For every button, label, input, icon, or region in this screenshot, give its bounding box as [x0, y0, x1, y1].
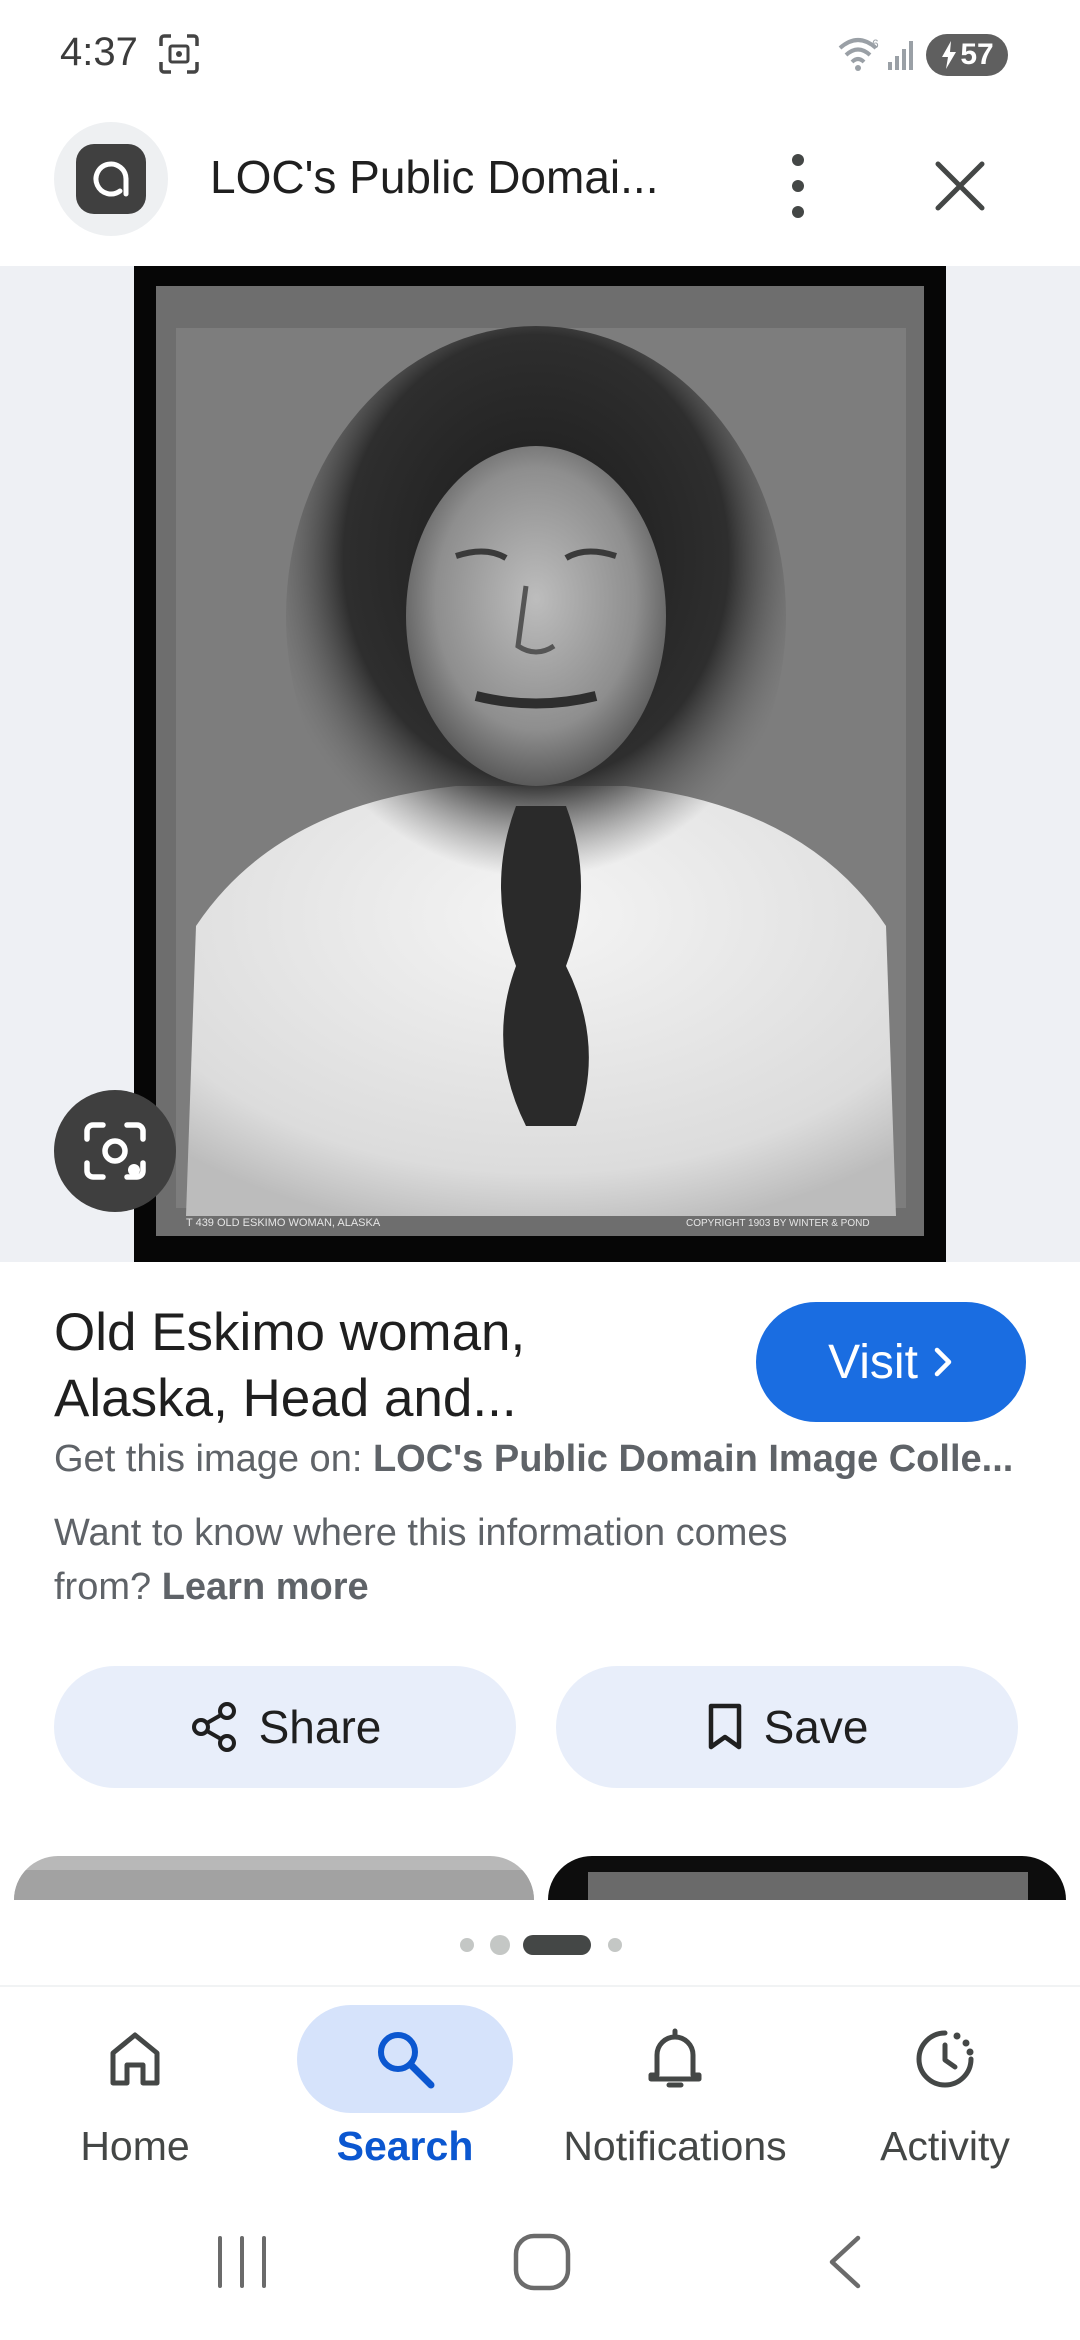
nav-notifications[interactable]: Notifications	[540, 1987, 810, 2187]
chevron-right-icon	[934, 1347, 952, 1377]
carousel-dot-active	[523, 1935, 591, 1955]
nav-search[interactable]: Search	[270, 1987, 540, 2187]
portrait-illustration: T 439 OLD ESKIMO WOMAN, ALASKA COPYRIGHT…	[156, 286, 924, 1236]
nav-label-notifications: Notifications	[563, 2123, 787, 2169]
info-text: Want to know where this information come…	[54, 1506, 874, 1614]
page-title: LOC's Public Domai...	[210, 151, 659, 203]
back-icon[interactable]	[820, 2232, 870, 2292]
save-label: Save	[763, 1701, 869, 1753]
nav-label-search: Search	[336, 2123, 474, 2169]
battery-charging-icon: 57	[926, 34, 1008, 76]
nav-activity[interactable]: Activity	[810, 1987, 1080, 2187]
status-bar: 4:37 6 57	[0, 0, 1080, 110]
learn-more-link[interactable]: Learn more	[162, 1566, 369, 1608]
source-line[interactable]: Get this image on: LOC's Public Domain I…	[54, 1438, 1034, 1481]
system-navigation-bar	[0, 2200, 1080, 2340]
visit-button[interactable]: Visit	[756, 1302, 1026, 1422]
related-thumbnail[interactable]	[14, 1856, 534, 1900]
carousel-dot	[608, 1938, 622, 1952]
photo-caption-left: T 439 OLD ESKIMO WOMAN, ALASKA	[186, 1217, 381, 1229]
photo-content: T 439 OLD ESKIMO WOMAN, ALASKA COPYRIGHT…	[156, 286, 924, 1236]
activity-icon	[916, 2030, 974, 2088]
source-prefix: Get this image on:	[54, 1438, 373, 1480]
save-button[interactable]: Save	[556, 1666, 1018, 1788]
close-button[interactable]	[920, 146, 1000, 226]
nav-icon-wrap	[27, 2005, 243, 2113]
search-icon	[378, 2032, 435, 2089]
share-icon	[191, 1702, 236, 1752]
lens-app-inner	[76, 144, 146, 214]
lens-search-button[interactable]	[54, 1090, 176, 1212]
lens-camera-icon	[84, 1122, 146, 1180]
nav-icon-wrap	[567, 2005, 783, 2113]
close-icon	[935, 161, 985, 211]
wifi-icon: 6	[838, 36, 884, 77]
home-icon	[110, 2032, 160, 2086]
signal-icon	[888, 38, 918, 75]
bottom-nav: Home Search Notifications Activity	[0, 1987, 1080, 2187]
carousel-dot	[490, 1935, 510, 1955]
more-vert-button[interactable]	[768, 146, 828, 226]
more-vert-icon	[792, 154, 804, 218]
photo-caption-right: COPYRIGHT 1903 BY WINTER & POND	[686, 1218, 870, 1229]
carousel-dot	[460, 1938, 474, 1952]
status-time: 4:37	[60, 30, 138, 74]
bell-icon	[648, 2028, 702, 2088]
carousel-indicator	[0, 1934, 1080, 1955]
home-button-icon[interactable]	[510, 2230, 574, 2294]
screenshot-icon	[158, 34, 200, 79]
source-name: LOC's Public Domain Image Colle...	[372, 1438, 1014, 1480]
result-title[interactable]: Old Eskimo woman, Alaska, Head and...	[54, 1300, 694, 1432]
recent-apps-icon[interactable]	[212, 2232, 272, 2292]
nav-label-activity: Activity	[880, 2123, 1010, 2169]
top-bar: LOC's Public Domai...	[0, 110, 1080, 266]
svg-text:6: 6	[872, 37, 879, 51]
battery-level: 57	[960, 38, 994, 71]
nav-label-home: Home	[80, 2123, 190, 2169]
thumbnail-fill	[14, 1870, 534, 1900]
nav-icon-wrap	[837, 2005, 1053, 2113]
google-lens-app-icon[interactable]	[54, 122, 168, 236]
bookmark-icon	[708, 1703, 741, 1750]
related-thumbnail[interactable]	[548, 1856, 1066, 1900]
thumbnail-fill	[588, 1872, 1028, 1900]
nav-icon-wrap	[297, 2005, 513, 2113]
share-label: Share	[258, 1701, 382, 1753]
nav-home[interactable]: Home	[0, 1987, 270, 2187]
result-photo[interactable]: T 439 OLD ESKIMO WOMAN, ALASKA COPYRIGHT…	[134, 266, 946, 1262]
visit-label: Visit	[828, 1335, 918, 1389]
share-button[interactable]: Share	[54, 1666, 516, 1788]
screen: 4:37 6 57 LOC's Public Domai... T 439 OL…	[0, 0, 1080, 2340]
